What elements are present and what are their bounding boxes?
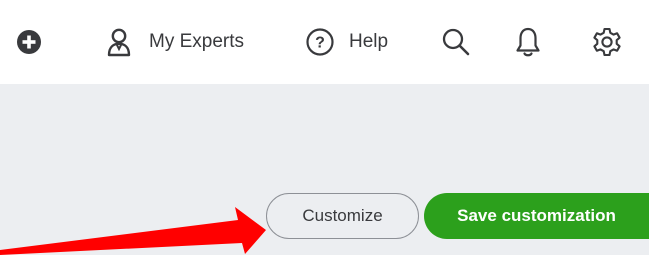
bell-icon [515, 26, 541, 58]
new-button[interactable] [16, 0, 42, 84]
customize-button[interactable]: Customize [266, 193, 419, 239]
gear-icon [591, 26, 623, 58]
person-icon [103, 26, 135, 58]
notifications-button[interactable] [515, 0, 541, 84]
question-circle-icon: ? [305, 27, 335, 57]
help-button[interactable]: ? Help [305, 0, 388, 84]
my-experts-button[interactable]: My Experts [103, 0, 244, 84]
help-label: Help [349, 31, 389, 52]
settings-button[interactable] [591, 0, 623, 84]
search-button[interactable] [441, 0, 471, 84]
save-customization-button[interactable]: Save customization [424, 193, 649, 239]
my-experts-label: My Experts [149, 31, 245, 52]
top-navigation-bar: My Experts ? Help [0, 0, 649, 84]
plus-circle-icon [16, 29, 42, 55]
svg-text:?: ? [315, 35, 325, 52]
search-icon [441, 27, 471, 57]
